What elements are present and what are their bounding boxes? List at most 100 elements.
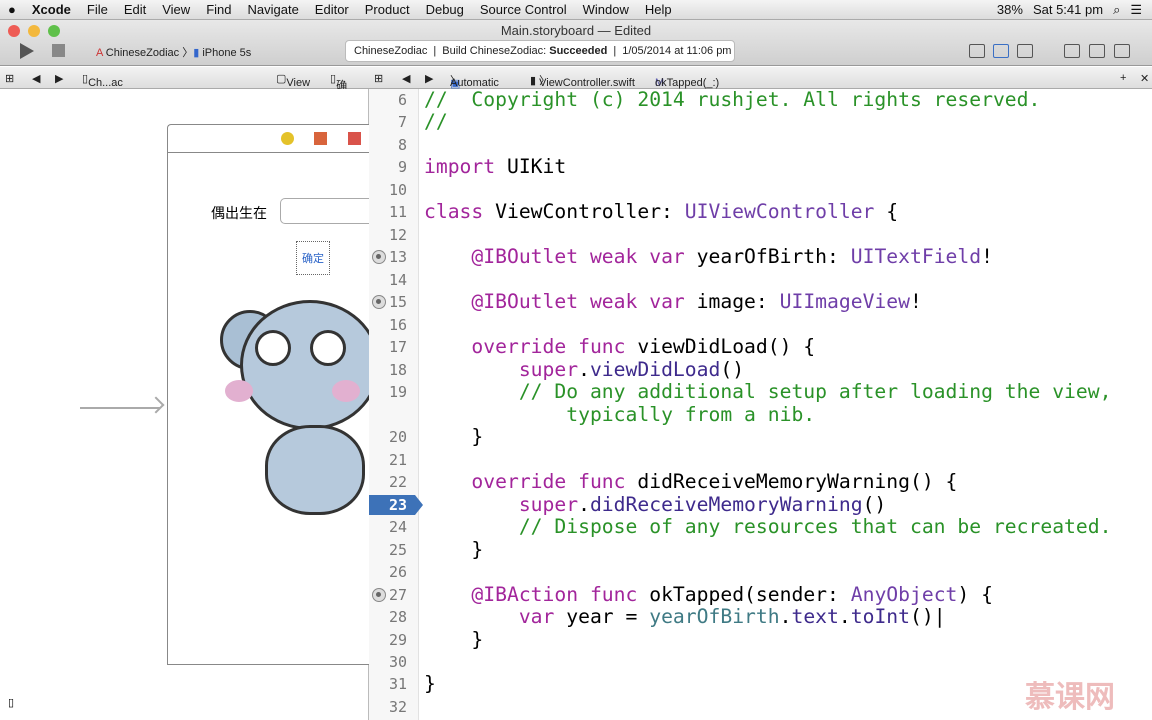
line-number: 12 xyxy=(388,225,407,244)
jump-item[interactable]: ▢ View xyxy=(276,72,310,89)
menu-view[interactable]: View xyxy=(154,2,198,17)
utilities-toggle-icon[interactable] xyxy=(1114,44,1130,58)
document-outline-toggle-icon[interactable]: ▯ xyxy=(8,696,14,709)
code-line[interactable]: @IBOutlet weak var yearOfBirth: UITextFi… xyxy=(424,246,993,268)
menu-source-control[interactable]: Source Control xyxy=(472,2,575,17)
jump-item[interactable]: ▮ ViewController.swift 〉 xyxy=(530,72,635,89)
back-button[interactable]: ◀ xyxy=(402,72,410,85)
view-controller-icon[interactable] xyxy=(281,132,294,145)
jump-item[interactable]: ▣ Automatic 〉 xyxy=(450,72,499,90)
menu-debug[interactable]: Debug xyxy=(418,2,472,17)
code-token: ) { xyxy=(957,582,993,606)
menu-navigate[interactable]: Navigate xyxy=(239,2,306,17)
scene-dock xyxy=(168,125,377,153)
standard-editor-icon[interactable] xyxy=(969,44,985,58)
related-items-icon[interactable]: ⊞ xyxy=(374,72,383,85)
code-line[interactable]: var year = yearOfBirth.text.toInt()| xyxy=(424,606,946,628)
code-line[interactable]: // Copyright (c) 2014 rushjet. All right… xyxy=(424,89,1040,111)
menu-app[interactable]: Xcode xyxy=(24,2,79,17)
code-editor[interactable]: 6 7 8 9 10 11 12 13 14 15 16 17 18 19 20 21 22 23 24 25 26 27… xyxy=(369,89,1152,720)
forward-button[interactable]: ▶ xyxy=(55,72,63,85)
menu-product[interactable]: Product xyxy=(357,2,418,17)
code-line[interactable]: } xyxy=(424,538,483,561)
first-responder-icon[interactable] xyxy=(314,132,327,145)
menu-find[interactable]: Find xyxy=(198,2,239,17)
line-number: 6 xyxy=(397,91,407,109)
menu-window[interactable]: Window xyxy=(575,2,637,17)
notification-center-icon[interactable]: ☰ xyxy=(1130,2,1142,18)
window-title: Main.storyboard — Edited xyxy=(500,23,652,38)
activity-status: Build ChineseZodiac: Succeeded xyxy=(442,45,607,57)
watermark-logo: 慕课网 xyxy=(1025,681,1115,714)
navigator-toggle-icon[interactable] xyxy=(1064,44,1080,58)
code-line[interactable]: } xyxy=(424,426,483,448)
code-line[interactable]: @IBAction func okTapped(sender: AnyObjec… xyxy=(424,582,993,606)
code-line[interactable]: super.viewDidLoad() xyxy=(424,357,744,381)
code-token: } xyxy=(424,425,484,449)
line-number: 29 xyxy=(388,630,407,649)
code-line[interactable]: } xyxy=(424,628,483,651)
menu-editor[interactable]: Editor xyxy=(307,2,357,17)
code-line[interactable]: } xyxy=(424,673,436,695)
forward-button[interactable]: ▶ xyxy=(425,72,433,85)
exit-icon[interactable] xyxy=(348,132,361,145)
line-number: 17 xyxy=(388,338,407,357)
scheme-selector[interactable]: A ChineseZodiac 〉▮ iPhone 5s xyxy=(96,44,251,60)
menu-help[interactable]: Help xyxy=(637,2,680,17)
add-editor-button[interactable]: + xyxy=(1120,72,1126,84)
code-token: class xyxy=(424,200,484,224)
code-line[interactable]: // xyxy=(424,111,448,133)
storyboard-canvas[interactable]: 偶出生在 确定 ▯ xyxy=(0,89,380,720)
code-line[interactable]: // Do any additional setup after loading… xyxy=(424,381,1112,403)
code-line[interactable]: typically from a nib. xyxy=(424,403,815,426)
code-token: AnyObject xyxy=(850,582,958,606)
initial-scene-arrow xyxy=(80,407,160,409)
code-line[interactable]: // Dispose of any resources that can be … xyxy=(424,516,1112,538)
code-line[interactable]: @IBOutlet weak var image: UIImageView! xyxy=(424,290,921,314)
code-token: ()| xyxy=(910,605,946,629)
code-line[interactable]: import UIKit xyxy=(424,156,566,178)
spotlight-search-icon[interactable]: ⌕ xyxy=(1113,2,1120,18)
debug-area-toggle-icon[interactable] xyxy=(1089,44,1105,58)
code-token: image: xyxy=(684,290,780,314)
line-number: 15 xyxy=(388,293,407,312)
device-name: iPhone 5s xyxy=(202,47,252,59)
run-button[interactable] xyxy=(20,43,34,59)
assistant-editor-icon[interactable] xyxy=(993,44,1009,58)
apple-menu-icon[interactable]: ● xyxy=(0,2,24,17)
birth-year-label[interactable]: 偶出生在 xyxy=(211,203,267,223)
code-token: override func xyxy=(471,335,626,359)
back-button[interactable]: ◀ xyxy=(32,72,40,85)
code-token: @IBOutlet weak var xyxy=(471,245,685,269)
line-number-gutter[interactable]: 6 7 8 9 10 11 12 13 14 15 16 17 18 19 20 21 22 23 24 25 26 27… xyxy=(369,89,423,720)
jump-item[interactable]: ▯ Ch...ac xyxy=(82,72,123,89)
related-items-icon[interactable]: ⊞ xyxy=(5,72,14,85)
year-text-field[interactable] xyxy=(280,198,380,224)
battery-status[interactable]: 38% xyxy=(997,2,1023,17)
code-token: import xyxy=(424,155,496,179)
view-controller-scene[interactable]: 偶出生在 确定 xyxy=(167,124,380,665)
jump-item-label: View xyxy=(286,77,311,89)
jump-bars: ⊞ ◀ ▶ ▯ Ch...ac ▢ View ▯ 确定 ⊞ ◀ ▶ ▣ Auto… xyxy=(0,67,1152,108)
code-line[interactable]: class ViewController: UIViewController { xyxy=(424,201,898,223)
line-number: 23 xyxy=(388,495,407,514)
close-editor-button[interactable]: ✕ xyxy=(1140,72,1149,85)
code-token: didReceiveMemoryWarning() { xyxy=(625,470,958,494)
code-line[interactable]: super.didReceiveMemoryWarning() xyxy=(424,493,886,516)
jump-item[interactable]: ▯ 确定 xyxy=(330,72,347,108)
code-token: var xyxy=(518,605,555,629)
menu-edit[interactable]: Edit xyxy=(116,2,154,17)
koala-image-view[interactable] xyxy=(220,300,380,515)
line-number: 27 xyxy=(388,585,407,604)
code-line[interactable]: override func didReceiveMemoryWarning() … xyxy=(424,471,957,493)
clock[interactable]: Sat 5:41 pm xyxy=(1033,2,1103,17)
version-editor-icon[interactable] xyxy=(1017,44,1033,58)
code-token: super xyxy=(518,357,579,381)
stop-button[interactable] xyxy=(52,44,65,57)
code-line[interactable]: override func viewDidLoad() { xyxy=(424,336,815,358)
menu-file[interactable]: File xyxy=(79,2,116,17)
ok-button[interactable]: 确定 xyxy=(296,241,330,275)
